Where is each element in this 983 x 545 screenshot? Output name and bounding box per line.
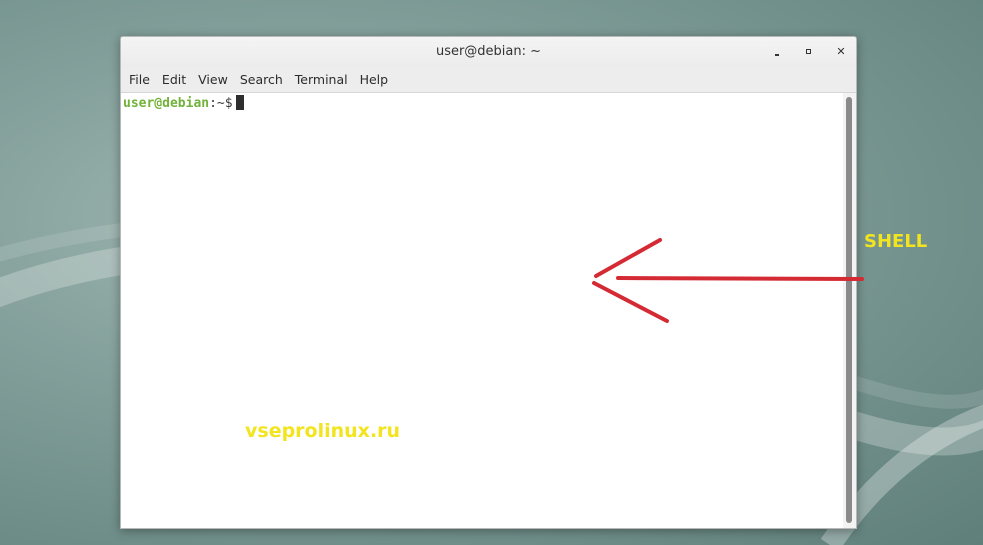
menu-terminal[interactable]: Terminal: [289, 67, 354, 92]
window-controls: ✕: [770, 37, 848, 67]
menu-help[interactable]: Help: [354, 67, 395, 92]
menu-search[interactable]: Search: [234, 67, 289, 92]
window-titlebar[interactable]: user@debian: ~ ✕: [121, 37, 856, 67]
shell-annotation-label: SHELL: [864, 231, 928, 252]
watermark-text: vseprolinux.ru: [245, 420, 401, 442]
terminal-window: user@debian: ~ ✕ File Edit View Search T…: [120, 36, 857, 529]
terminal-area[interactable]: user@debian:~$: [121, 93, 843, 528]
maximize-icon[interactable]: [802, 45, 816, 59]
minimize-icon[interactable]: [770, 45, 784, 59]
menu-edit[interactable]: Edit: [156, 67, 192, 92]
close-icon[interactable]: ✕: [834, 45, 848, 59]
scrollbar-thumb[interactable]: [846, 97, 852, 523]
prompt-user-host: user@debian: [123, 96, 210, 111]
terminal-scrollbar[interactable]: [843, 93, 856, 528]
shell-prompt: user@debian:~$: [123, 95, 244, 112]
menu-file[interactable]: File: [123, 67, 156, 92]
menu-bar: File Edit View Search Terminal Help: [121, 67, 856, 93]
text-cursor: [235, 95, 244, 110]
menu-view[interactable]: View: [192, 67, 234, 92]
prompt-path: :~$: [209, 96, 233, 111]
window-title: user@debian: ~: [435, 44, 542, 59]
